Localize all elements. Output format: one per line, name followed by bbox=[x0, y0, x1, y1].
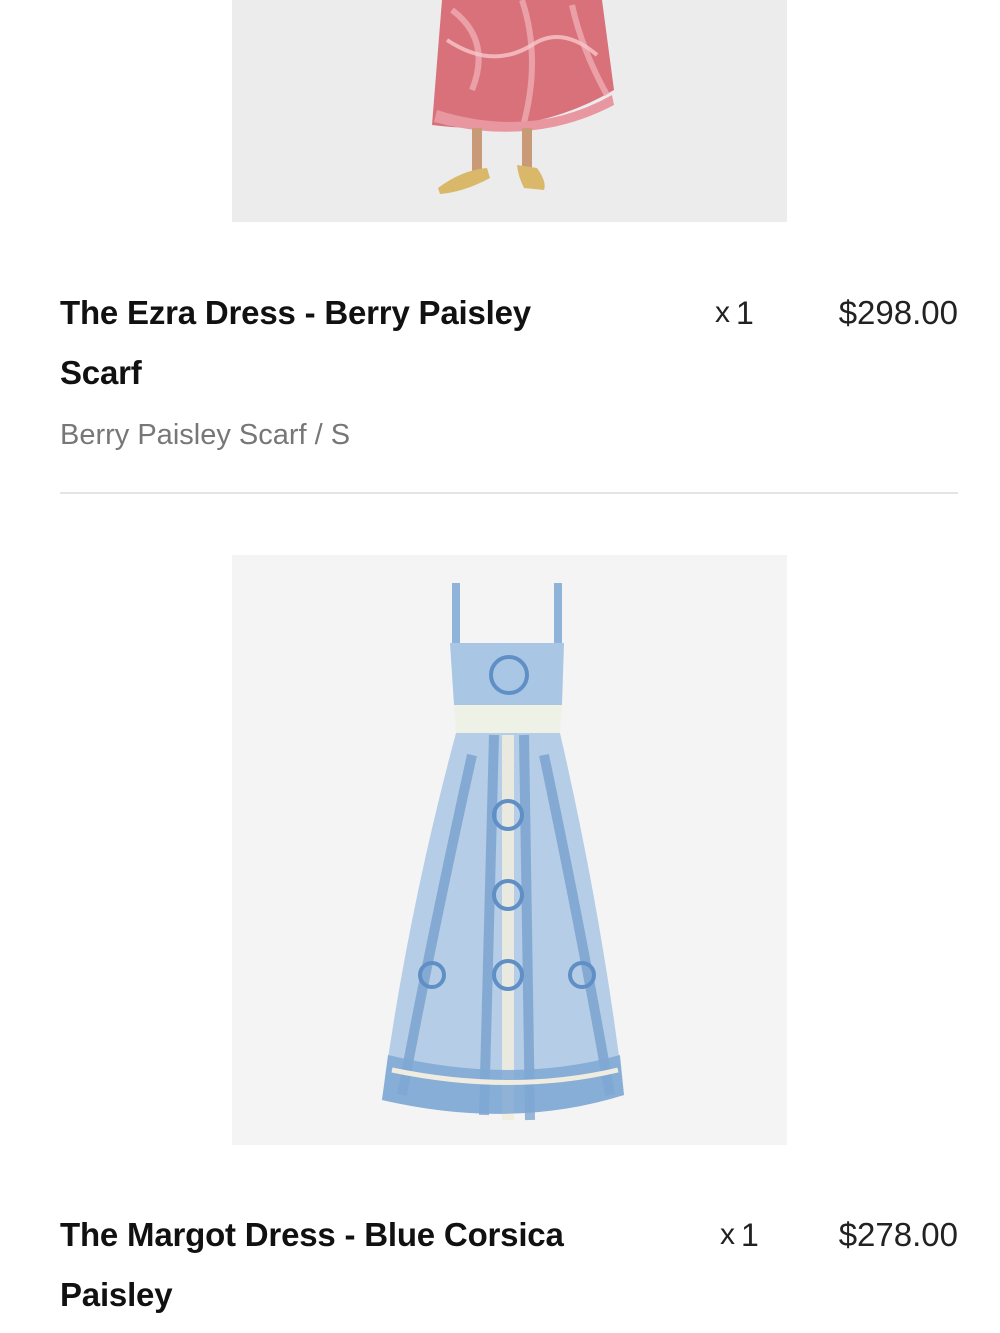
cart-page: The Ezra Dress - Berry Paisley Scarf x 1… bbox=[0, 0, 1000, 1333]
product-title[interactable]: The Ezra Dress - Berry Paisley Scarf bbox=[60, 283, 620, 403]
cart-item: The Ezra Dress - Berry Paisley Scarf x 1… bbox=[0, 0, 1000, 495]
product-image[interactable] bbox=[232, 555, 787, 1145]
product-title-line1: The Margot Dress - Blue Corsica bbox=[60, 1216, 564, 1253]
quantity-label: x 1 bbox=[715, 283, 754, 343]
product-title-line2: Scarf bbox=[60, 354, 142, 391]
product-image[interactable] bbox=[232, 0, 787, 222]
item-divider bbox=[60, 492, 958, 494]
product-price: $298.00 bbox=[838, 294, 958, 331]
product-title-line2: Paisley bbox=[60, 1276, 173, 1313]
pink-dress-photo-icon bbox=[232, 0, 787, 222]
quantity-label: x 1 bbox=[720, 1205, 759, 1265]
product-price: $278.00 bbox=[838, 1216, 958, 1253]
product-variant: Berry Paisley Scarf / S bbox=[60, 419, 351, 451]
blue-dress-photo-icon bbox=[232, 555, 787, 1145]
cart-item: The Margot Dress - Blue Corsica Paisley … bbox=[0, 495, 1000, 1333]
quantity-value: 1 bbox=[741, 1217, 759, 1253]
times-icon: x bbox=[720, 1218, 735, 1251]
product-title[interactable]: The Margot Dress - Blue Corsica Paisley bbox=[60, 1205, 660, 1325]
quantity-value: 1 bbox=[736, 295, 754, 331]
product-title-line1: The Ezra Dress - Berry Paisley bbox=[60, 294, 531, 331]
times-icon: x bbox=[715, 296, 730, 329]
